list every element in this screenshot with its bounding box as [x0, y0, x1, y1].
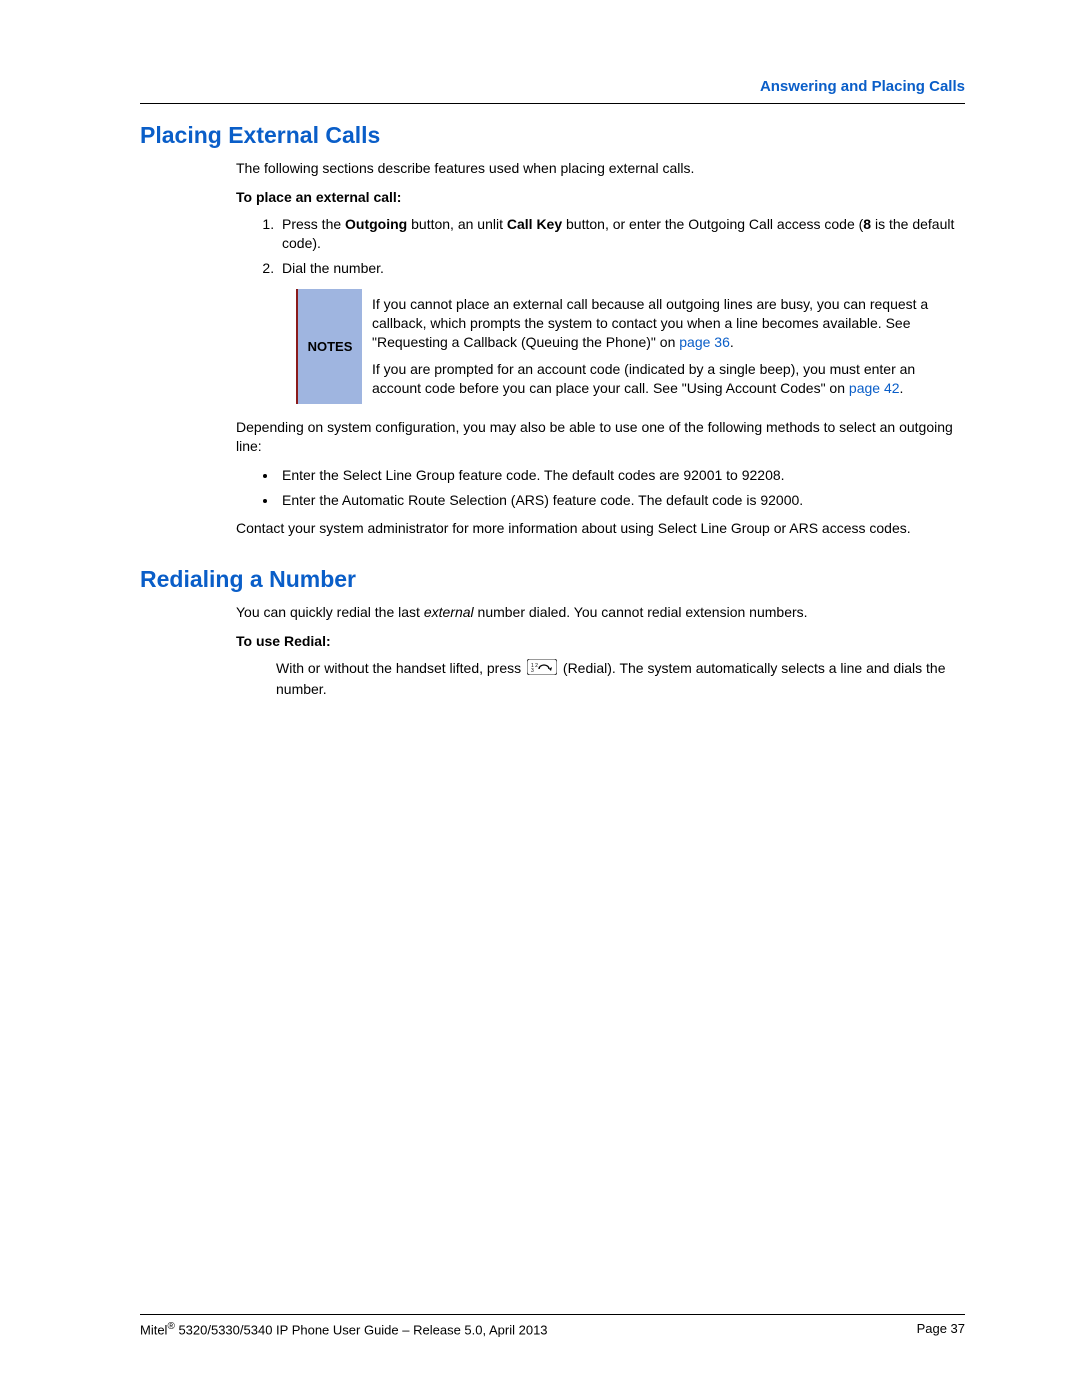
list-item: Press the Outgoing button, an unlit Call… [278, 215, 965, 253]
list-item: Enter the Select Line Group feature code… [278, 466, 965, 485]
paragraph: Depending on system configuration, you m… [236, 418, 965, 456]
intro-paragraph: The following sections describe features… [236, 159, 965, 178]
footer-page-number: Page 37 [917, 1321, 965, 1337]
procedure-body: With or without the handset lifted, pres… [276, 659, 965, 699]
redial-icon: 1 2 3 [527, 659, 557, 680]
bottom-rule [140, 1314, 965, 1315]
page-link-36[interactable]: page 36 [679, 334, 730, 350]
footer-left: Mitel® 5320/5330/5340 IP Phone User Guid… [140, 1321, 548, 1337]
notes-label: NOTES [298, 289, 362, 403]
page: Answering and Placing Calls Placing Exte… [0, 0, 1080, 1397]
section-body: The following sections describe features… [236, 159, 965, 538]
chapter-title: Answering and Placing Calls [140, 78, 965, 95]
section-body: You can quickly redial the last external… [236, 603, 965, 699]
list-item: Enter the Automatic Route Selection (ARS… [278, 491, 965, 510]
bullet-list: Enter the Select Line Group feature code… [236, 466, 965, 510]
procedure-heading: To use Redial: [236, 632, 965, 651]
paragraph: Contact your system administrator for mo… [236, 519, 965, 538]
note-paragraph: If you are prompted for an account code … [372, 360, 955, 398]
intro-paragraph: You can quickly redial the last external… [236, 603, 965, 622]
notes-box: NOTES If you cannot place an external ca… [296, 289, 965, 403]
top-rule [140, 103, 965, 104]
notes-content: If you cannot place an external call bec… [362, 289, 965, 403]
list-item: Dial the number. [278, 259, 965, 278]
section-heading-placing-external: Placing External Calls [140, 122, 965, 149]
page-link-42[interactable]: page 42 [849, 380, 900, 396]
procedure-heading: To place an external call: [236, 188, 965, 207]
note-paragraph: If you cannot place an external call bec… [372, 295, 955, 352]
procedure-list: Press the Outgoing button, an unlit Call… [236, 215, 965, 278]
page-footer: Mitel® 5320/5330/5340 IP Phone User Guid… [140, 1314, 965, 1337]
svg-text:3: 3 [531, 668, 534, 674]
section-heading-redialing: Redialing a Number [140, 566, 965, 593]
